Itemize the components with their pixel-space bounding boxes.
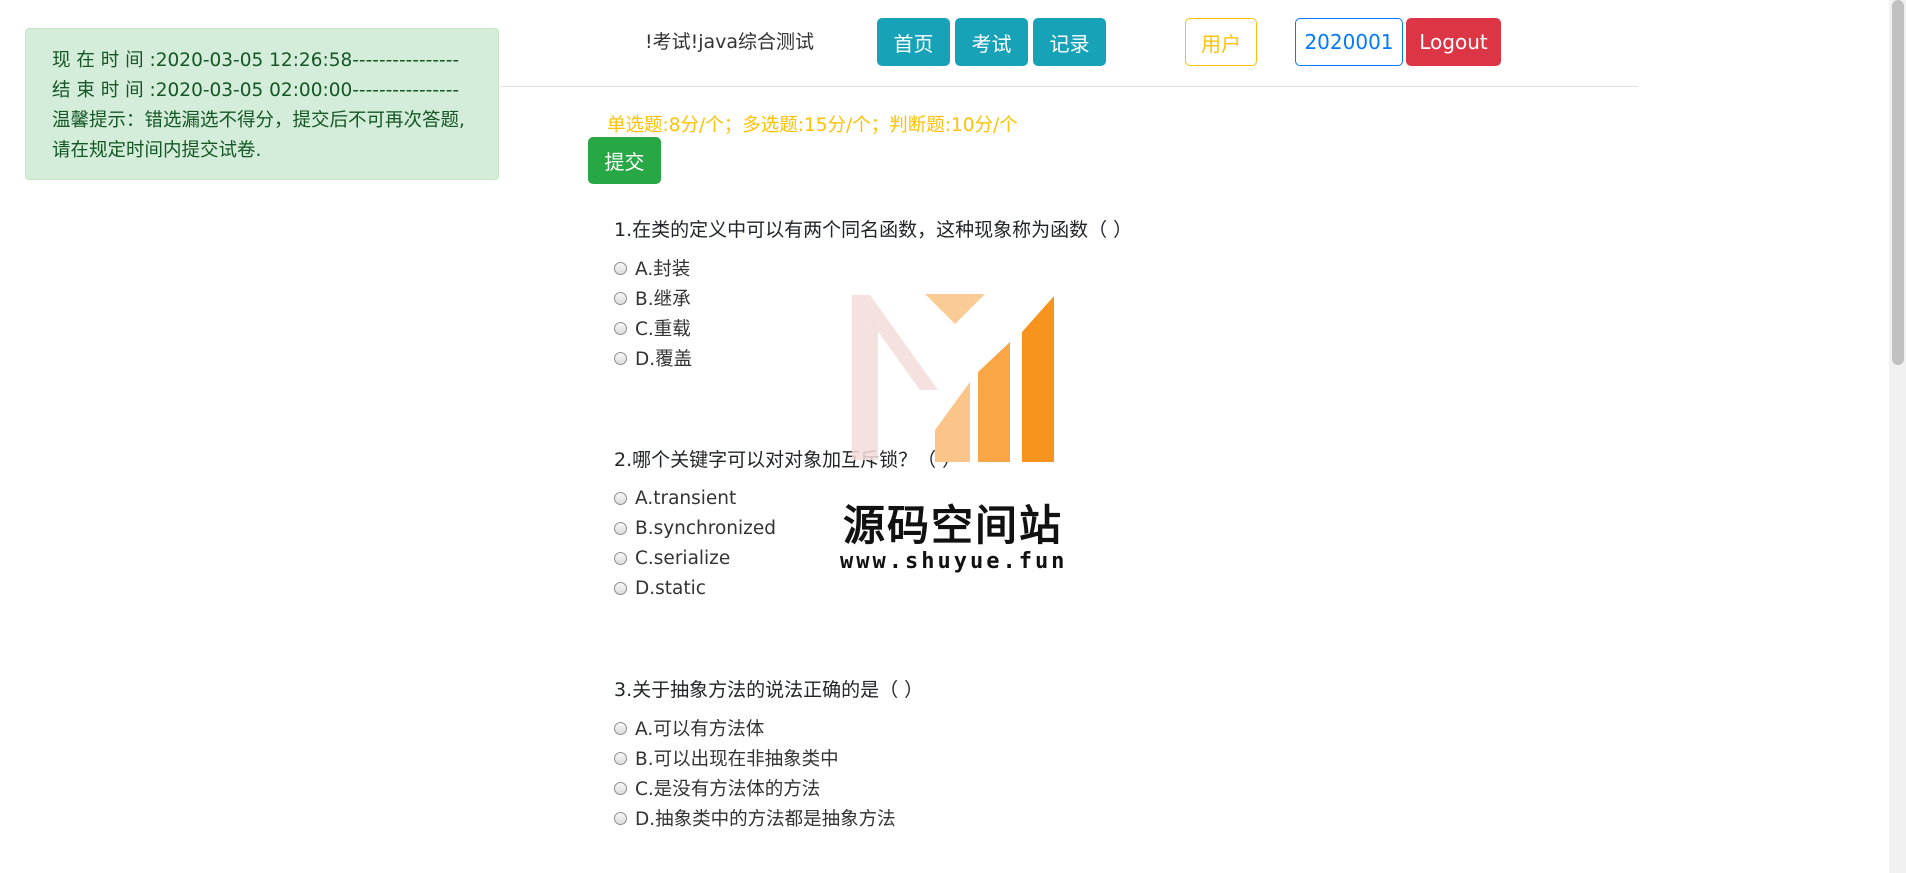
option-label: C.重载 [635,319,691,340]
question-text: 3.关于抽象方法的说法正确的是（ ） [614,679,924,701]
radio-button[interactable] [614,351,627,365]
option-label: D.抽象类中的方法都是抽象方法 [635,809,896,830]
option-a[interactable]: A.可以有方法体 [614,713,923,743]
submit-button[interactable]: 提交 [588,137,661,184]
option-label: A.可以有方法体 [635,719,765,740]
exam-tip: 温馨提示：错选漏选不得分，提交后不可再次答题,请在规定时间内提交试卷. [52,110,465,161]
radio-button[interactable] [614,751,627,765]
radio-button[interactable] [614,521,627,535]
nav-record-button[interactable]: 记录 [1033,18,1106,66]
radio-button[interactable] [614,721,627,735]
watermark-title: 源码空间站 [843,501,1064,550]
radio-button[interactable] [614,581,627,595]
logout-button[interactable]: Logout [1406,18,1501,66]
scrollbar[interactable] [1889,0,1906,873]
option-label: C.是没有方法体的方法 [635,779,821,800]
user-id-button[interactable]: 2020001 [1295,18,1403,66]
radio-button[interactable] [614,491,627,505]
watermark-url: www.shuyue.fun [840,549,1068,574]
scrollbar-thumb[interactable] [1892,0,1904,365]
radio-button[interactable] [614,551,627,565]
nav-home-button[interactable]: 首页 [877,18,950,66]
question-text: 2.哪个关键字可以对对象加互斥锁？（ ） [614,449,962,471]
radio-button[interactable] [614,811,627,825]
option-c[interactable]: C.是没有方法体的方法 [614,773,923,803]
nav-exam-button[interactable]: 考试 [955,18,1028,66]
option-label: B.继承 [635,289,691,310]
option-d[interactable]: D.抽象类中的方法都是抽象方法 [614,803,923,833]
radio-button[interactable] [614,321,627,335]
option-d[interactable]: D.覆盖 [614,343,1132,373]
option-label: C.serialize [635,547,731,569]
radio-button[interactable] [614,261,627,275]
question-1: 1.在类的定义中可以有两个同名函数，这种现象称为函数（ ） A.封装 B.继承 … [614,215,1132,373]
option-label: A.封装 [635,259,691,280]
option-label: D.static [635,577,706,599]
radio-button[interactable] [614,781,627,795]
option-label: B.可以出现在非抽象类中 [635,749,839,770]
option-label: D.覆盖 [635,349,693,370]
question-3: 3.关于抽象方法的说法正确的是（ ） A.可以有方法体 B.可以出现在非抽象类中… [614,675,923,833]
question-text: 1.在类的定义中可以有两个同名函数，这种现象称为函数（ ） [614,219,1133,241]
option-a[interactable]: A.封装 [614,253,1132,283]
exam-title: !考试!java综合测试 [645,31,815,53]
user-button[interactable]: 用户 [1185,18,1257,66]
option-label: A.transient [635,487,737,509]
header-divider [500,86,1638,87]
end-time: 结 束 时 间 :2020-03-05 02:00:00------------… [52,80,460,101]
time-alert: 现 在 时 间 :2020-03-05 12:26:58------------… [25,28,499,180]
radio-button[interactable] [614,291,627,305]
current-time: 现 在 时 间 :2020-03-05 12:26:58------------… [52,50,460,71]
option-label: B.synchronized [635,517,776,539]
option-d[interactable]: D.static [614,573,961,603]
option-b[interactable]: B.可以出现在非抽象类中 [614,743,923,773]
score-info: 单选题:8分/个；多选题:15分/个；判断题:10分/个 [607,115,1018,136]
option-c[interactable]: C.重载 [614,313,1132,343]
option-b[interactable]: B.继承 [614,283,1132,313]
